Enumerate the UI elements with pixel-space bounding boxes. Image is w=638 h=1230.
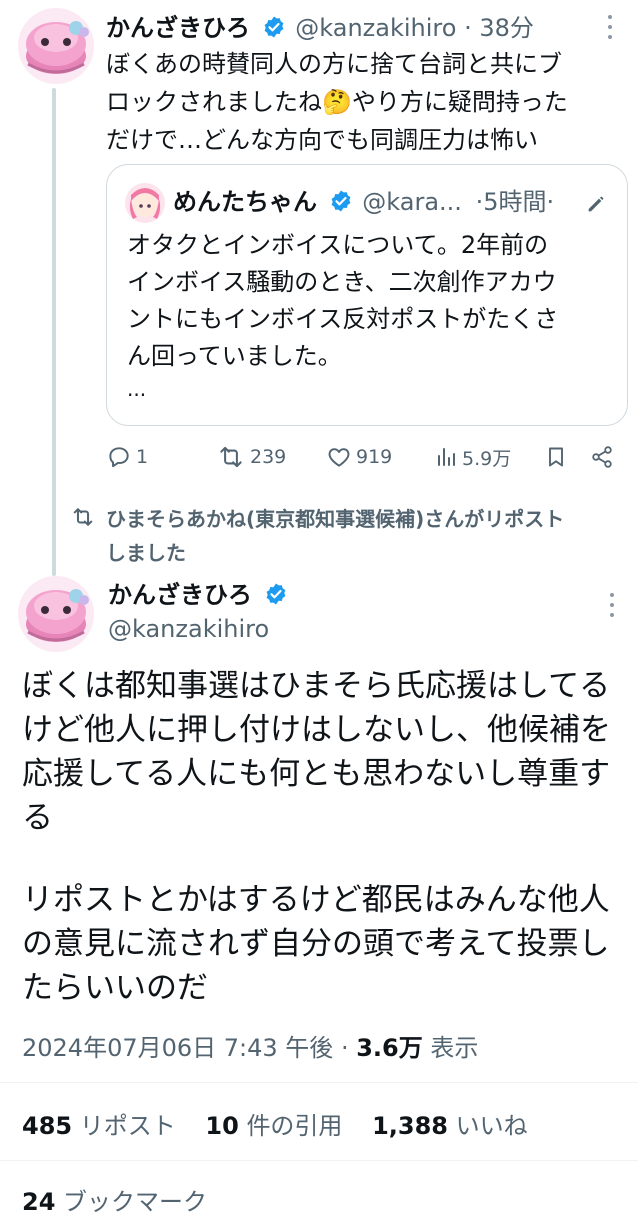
views-label: 表示 [430,1034,479,1062]
reposts-stat[interactable]: 485 リポスト [22,1106,176,1141]
bookmarks-label: ブックマーク [63,1188,208,1216]
quotes-label: 件の引用 [246,1112,343,1140]
bookmark-button[interactable] [544,438,568,476]
timestamp[interactable]: 2024年07月06日 7:43 午後 [22,1034,333,1062]
separator-dot: · [464,14,472,42]
quoted-text-ellipsis: ... [127,377,147,401]
reply-button[interactable]: 1 [106,438,148,476]
bookmark-icon [549,447,563,467]
avatar-kanzakihiro[interactable] [18,576,94,652]
quoted-tweet-header: めんたちゃん @kara... ·5時間· [173,185,554,219]
main-tweet-text-line: リポストとかはするけど都民はみんな他人 [22,882,610,918]
retweet-banner-line: ひまそらあかね(東京都知事選候補)さんがリポスト [106,507,565,531]
quotes-count: 10 [205,1112,239,1140]
tweet-text-line: ぼくあの時賛同人の方に捨て台詞と共にブ [106,50,562,78]
main-tweet-text-line: けど他人に押し付けはしないし、他候補を [22,712,611,748]
quoted-display-name: めんたちゃん [173,188,317,216]
reply-count: 1 [136,446,149,468]
analytics-icon [438,448,455,466]
quoted-handle: @kara... [362,188,462,216]
main-tweet-text-line: 応援してる人にも何とも思わないし尊重す [22,756,611,792]
avatar-mentachan [125,183,165,223]
divider [0,1082,638,1083]
display-name[interactable]: かんざきひろ [106,14,250,42]
retweet-small-icon [73,508,93,526]
main-tweet-text-line: の意見に流されず自分の頭で考えて投票し [22,926,610,962]
retweet-icon [220,446,242,468]
verified-badge-icon [264,16,284,38]
reply-icon [109,447,129,468]
main-tweet-header: かんざきひろ [108,578,288,612]
main-tweet-text-line: ぼくは都知事選はひまそら氏応援はしてる [22,668,611,704]
quoted-tweet-card[interactable]: めんたちゃん @kara... ·5時間· オタクとインボイスについて。2年前の… [106,164,628,426]
likes-count: 1,388 [372,1112,448,1140]
reposts-label: リポスト [79,1112,176,1140]
quoted-text-line: ん回っていました。 [127,342,342,370]
main-tweet-text-line: る [22,800,53,836]
retweet-count: 239 [250,446,287,468]
share-button[interactable] [590,438,614,476]
quoted-text-line: ントにもインボイス反対ポストがたくさ [127,305,559,333]
tweet-text-line: だけで…どんな方向でも同調圧力は怖い [106,126,538,154]
share-icon [592,446,612,468]
main-tweet-text-line: たらいいのだ [22,970,208,1006]
engagement-stats: 485 リポスト 10 件の引用 1,388 いいね [22,1106,550,1141]
reposts-count: 485 [22,1112,73,1140]
quoted-text-line: インボイス騒動のとき、二次創作アカウ [127,268,557,296]
edited-pencil-icon [588,196,604,212]
retweet-button[interactable]: 239 [216,438,286,476]
views-count: 3.6万 [356,1034,423,1062]
tweet-header: かんざきひろ @kanzakihiro · 38分 [106,12,534,44]
tweet-time[interactable]: 38分 [479,14,534,42]
views-button[interactable]: 5.9万 [434,438,511,476]
divider [0,1160,638,1161]
quotes-stat[interactable]: 10 件の引用 [205,1106,342,1141]
likes-label: いいね [455,1112,528,1140]
more-options-icon[interactable] [600,12,620,42]
avatar-kanzakihiro[interactable] [18,8,94,84]
like-count: 919 [356,446,393,468]
views-count: 5.9万 [462,447,512,470]
retweet-banner-line: しました [106,541,186,565]
more-options-icon[interactable] [602,590,622,620]
like-button[interactable]: 919 [326,438,392,476]
tweet-meta: 2024年07月06日 7:43 午後 · 3.6万 表示 [22,1028,478,1063]
quoted-time: ·5時間· [475,188,555,216]
bookmarks-stat[interactable]: 24 ブックマーク [22,1182,207,1217]
quoted-text-line: オタクとインボイスについて。2年前の [127,231,549,259]
likes-stat[interactable]: 1,388 いいね [372,1106,528,1141]
handle[interactable]: @kanzakihiro [108,612,269,646]
display-name[interactable]: かんざきひろ [108,581,252,609]
tweet-text-line: ロックされましたね🤔やり方に疑問持った [106,88,568,116]
bookmarks-count: 24 [22,1188,56,1216]
bookmark-stats: 24 ブックマーク [22,1182,229,1217]
meta-separator: · [340,1034,349,1062]
verified-badge-icon [266,583,286,605]
heart-icon [328,448,350,467]
handle[interactable]: @kanzakihiro [295,14,456,42]
thread-connector-line [52,88,56,576]
verified-badge-icon [331,190,351,212]
